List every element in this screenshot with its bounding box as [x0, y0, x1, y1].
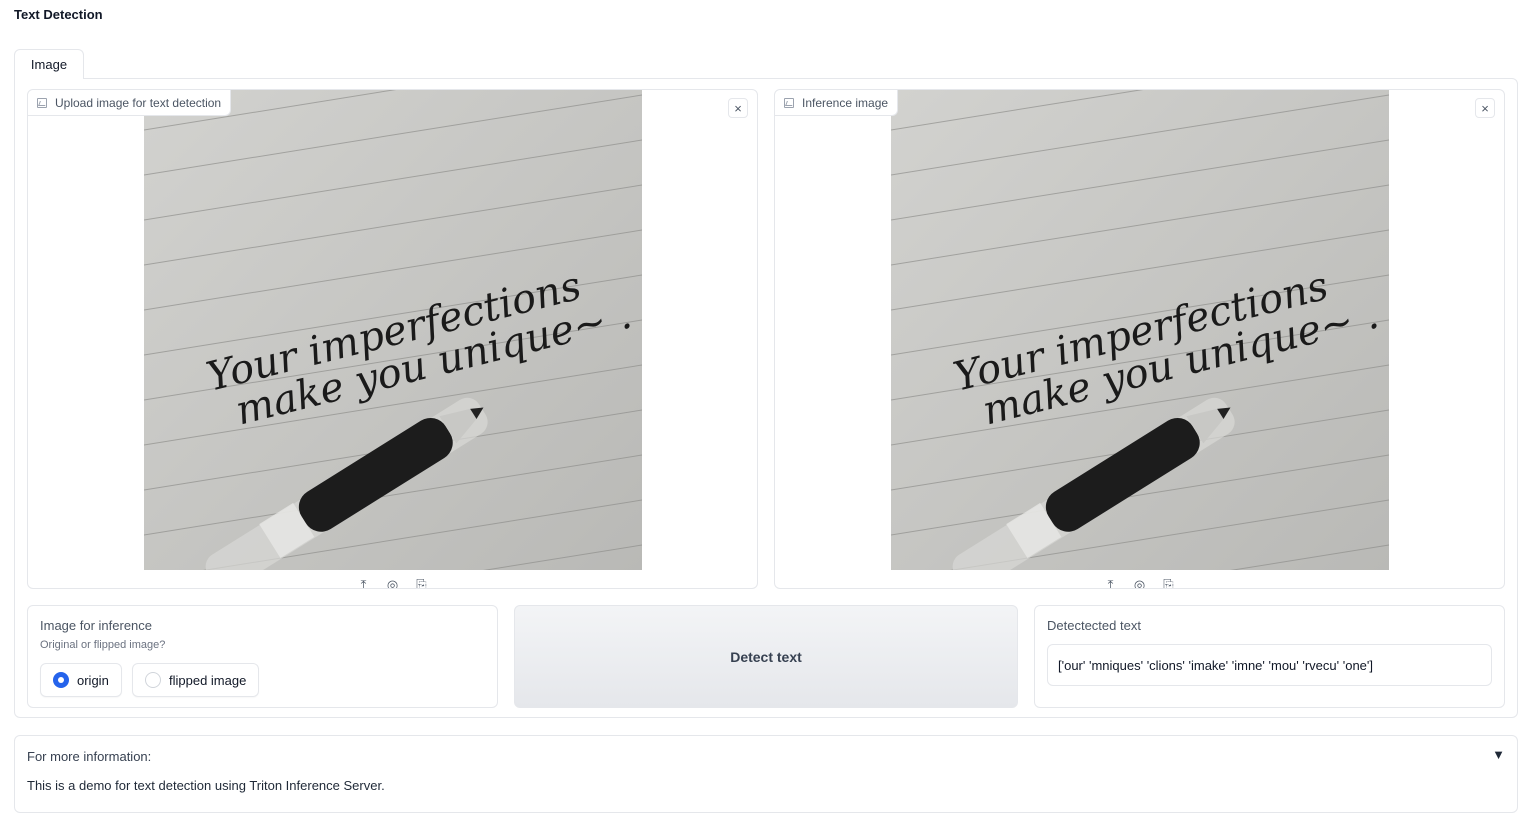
handwriting-photo: Your imperfections make you unique~ .	[144, 90, 642, 570]
webcam-icon[interactable]: ◎	[385, 578, 400, 589]
inference-image-label: Inference image	[775, 90, 899, 116]
detected-text-field[interactable]: ['our' 'mniques' 'clions' 'imake' 'imne'…	[1047, 644, 1492, 686]
upload-icon[interactable]: ⤒	[356, 578, 371, 589]
clear-inference-image-button[interactable]: ×	[1475, 98, 1495, 118]
inference-choice-info: Original or flipped image?	[40, 639, 166, 651]
uploaded-photo: Your imperfections make you unique~ .	[144, 90, 642, 570]
inference-choice-block: Image for inference Original or flipped …	[27, 605, 498, 708]
upload-image-label-text: Upload image for text detection	[55, 95, 222, 110]
radio-unchecked-icon[interactable]	[145, 672, 161, 688]
app-title: Text Detection	[14, 7, 103, 22]
radio-origin-label: origin	[77, 672, 109, 688]
accordion-body-text: This is a demo for text detection using …	[27, 778, 385, 793]
image-icon	[37, 97, 47, 108]
radio-flipped-label: flipped image	[169, 672, 247, 688]
clipboard-icon[interactable]: ⎘	[1161, 578, 1176, 589]
upload-icon[interactable]: ⤒	[1103, 578, 1118, 589]
image-icon	[784, 97, 794, 108]
detected-text-label: Detectected text	[1047, 618, 1141, 633]
radio-flipped-image[interactable]: flipped image	[132, 663, 260, 697]
image-source-toolbar: ⤒ ◎ ⎘	[775, 578, 1504, 589]
clear-image-button[interactable]: ×	[728, 98, 748, 118]
webcam-icon[interactable]: ◎	[1132, 578, 1147, 589]
inference-photo: Your imperfections make you unique~ .	[891, 90, 1389, 570]
tab-image[interactable]: Image	[14, 49, 84, 79]
clipboard-icon[interactable]: ⎘	[414, 578, 429, 589]
upload-image-label: Upload image for text detection	[28, 90, 232, 116]
chevron-down-icon[interactable]: ▼	[1492, 747, 1505, 762]
accordion-title[interactable]: For more information:	[27, 749, 151, 764]
inference-image-label-text: Inference image	[802, 95, 889, 110]
inference-choice-label: Image for inference	[40, 618, 153, 633]
info-accordion: For more information: ▼ This is a demo f…	[14, 735, 1518, 813]
detected-text-block: Detectected text ['our' 'mniques' 'clion…	[1034, 605, 1505, 708]
radio-checked-icon[interactable]	[53, 672, 69, 688]
radio-origin[interactable]: origin	[40, 663, 122, 697]
image-source-toolbar: ⤒ ◎ ⎘	[28, 578, 757, 589]
detect-text-button[interactable]: Detect text	[514, 605, 1018, 708]
handwriting-photo: Your imperfections make you unique~ .	[891, 90, 1389, 570]
inference-image-component[interactable]: Inference image × Your imperfections mak…	[774, 89, 1505, 589]
upload-image-component[interactable]: Upload image for text detection × Your i…	[27, 89, 758, 589]
